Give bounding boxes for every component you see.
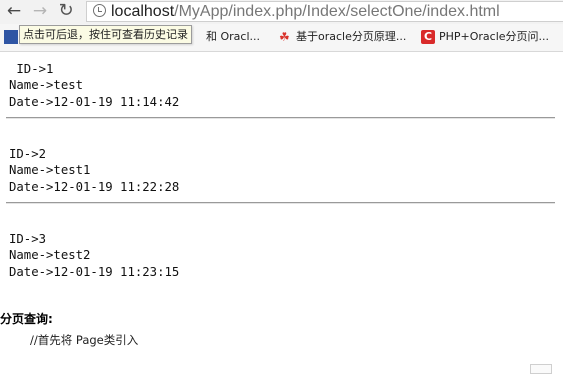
code-comment: //首先将 Page类引入 <box>30 333 139 347</box>
record-id: ID->2 <box>9 147 47 161</box>
url-path: /MyApp/index.php/Index/selectOne/index.h… <box>174 3 500 20</box>
corner-widget <box>530 364 552 374</box>
record-date: Date->12-01-19 11:14:42 <box>9 95 180 109</box>
address-bar[interactable]: localhost/MyApp/index.php/Index/selectOn… <box>86 1 563 22</box>
baidu-paw-icon: ☘ <box>279 30 290 44</box>
page-info-icon[interactable] <box>93 4 106 17</box>
back-arrow-icon[interactable]: ← <box>5 2 23 20</box>
record-date: Date->12-01-19 11:23:15 <box>9 265 180 279</box>
record-id: ID->3 <box>9 232 47 246</box>
record-name: Name->test1 <box>9 163 91 177</box>
bookmark-item[interactable]: PHP+Oracle分页问... <box>439 29 549 45</box>
back-button-tooltip: 点击可后退，按住可查看历史记录 <box>19 25 192 44</box>
record-name: Name->test2 <box>9 248 91 262</box>
bookmark-item[interactable]: 基于oracle分页原理... <box>296 29 406 45</box>
apps-icon[interactable] <box>4 30 18 44</box>
section-title: 分页查询: <box>0 312 53 326</box>
forward-arrow-icon[interactable]: → <box>31 2 49 20</box>
record-date: Date->12-01-19 11:22:28 <box>9 180 180 194</box>
reload-icon[interactable]: ↻ <box>57 2 75 20</box>
record-divider <box>6 117 555 119</box>
bookmark-item[interactable]: 和 Oracl... <box>206 29 260 45</box>
cnblogs-icon: C <box>421 30 435 44</box>
record-divider <box>6 202 555 204</box>
url-text[interactable]: localhost/MyApp/index.php/Index/selectOn… <box>111 2 500 22</box>
record-id: ID->1 <box>9 62 54 76</box>
browser-toolbar: ← → ↻ localhost/MyApp/index.php/Index/se… <box>0 0 563 24</box>
url-host: localhost <box>111 3 175 20</box>
record-name: Name->test <box>9 78 84 92</box>
